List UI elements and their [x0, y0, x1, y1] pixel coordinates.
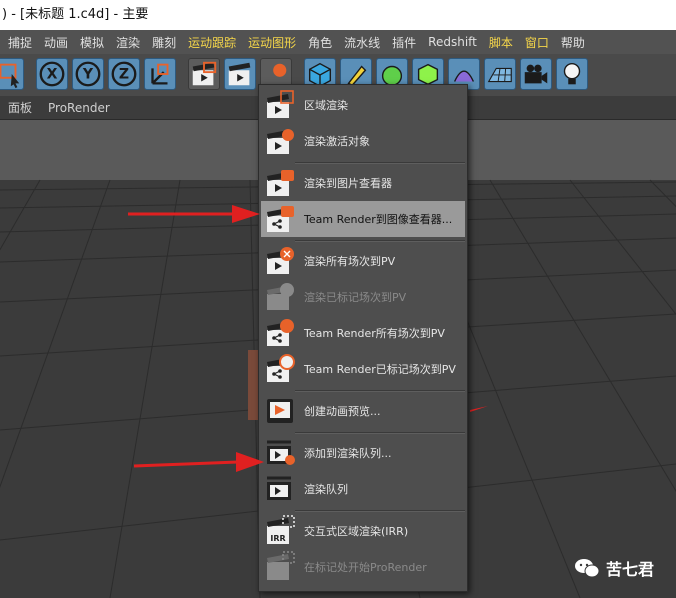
menu-item-start-prorender-at-marker[interactable]: 在标记处开始ProRender [261, 549, 465, 585]
menu-simulate[interactable]: 模拟 [80, 34, 104, 51]
svg-text:X: X [47, 67, 58, 83]
make-preview-icon [267, 399, 293, 423]
menu-pipeline[interactable]: 流水线 [344, 34, 380, 51]
coordinate-system-icon [151, 63, 169, 85]
menu-item-region-render[interactable]: 区域渲染 [261, 87, 465, 123]
menu-separator [295, 510, 465, 512]
menu-render[interactable]: 渲染 [116, 34, 140, 51]
menu-script[interactable]: 脚本 [489, 34, 513, 51]
menu-item-render-marked-takes-to-pv[interactable]: 渲染已标记场次到PV [261, 279, 465, 315]
irr-icon: IRR [267, 515, 295, 544]
clapper-icon [228, 62, 251, 86]
menu-item-team-render-marked-takes-to-pv[interactable]: Team Render已标记场次到PV [261, 351, 465, 387]
render-to-picture-viewer-icon [267, 170, 294, 196]
render-all-takes-icon [267, 247, 294, 274]
render-queue-icon [267, 476, 291, 500]
render-dropdown-menu: 区域渲染 渲染激活对象 渲染到图片查看器 Team Render到图像查看器..… [258, 84, 468, 592]
svg-text:Y: Y [82, 67, 94, 83]
menu-sculpt[interactable]: 雕刻 [152, 34, 176, 51]
menu-item-team-render-to-picture-viewer[interactable]: Team Render到图像查看器... [261, 201, 465, 237]
menu-item-make-preview[interactable]: 创建动画预览... [261, 393, 465, 429]
annotation-arrow-icon [133, 452, 264, 472]
render-view-button[interactable] [188, 58, 220, 90]
axis-x-icon: X [39, 61, 65, 87]
menu-capture[interactable]: 捕捉 [8, 34, 32, 51]
window-title-bar: ) - [未标题 1.c4d] - 主要 [0, 0, 676, 30]
main-menu-bar: 捕捉 动画 模拟 渲染 雕刻 运动跟踪 运动图形 角色 流水线 插件 Redsh… [0, 30, 676, 54]
camera-icon [524, 64, 548, 84]
menu-help[interactable]: 帮助 [561, 34, 585, 51]
render-menu-button[interactable] [224, 58, 256, 90]
subbar-panel[interactable]: 面板 [8, 99, 32, 116]
menu-item-render-to-picture-viewer[interactable]: 渲染到图片查看器 [261, 165, 465, 201]
region-render-icon [267, 90, 294, 118]
menu-item-render-queue[interactable]: 渲染队列 [261, 471, 465, 507]
subbar-prorender[interactable]: ProRender [48, 101, 110, 115]
menu-redshift[interactable]: Redshift [428, 35, 477, 49]
menu-item-interactive-render-region[interactable]: IRR 交互式区域渲染(IRR) [261, 513, 465, 549]
svg-text:IRR: IRR [270, 534, 285, 543]
team-render-all-takes-icon [267, 319, 294, 346]
menu-motion-tracking[interactable]: 运动跟踪 [188, 34, 236, 51]
axis-y-button[interactable]: Y [72, 58, 104, 90]
wechat-icon [575, 559, 600, 578]
add-to-render-queue-icon [267, 440, 295, 465]
team-render-marked-takes-icon [267, 354, 295, 382]
menu-item-render-active-object[interactable]: 渲染激活对象 [261, 123, 465, 159]
axis-z-icon: Z [111, 61, 137, 87]
svg-text:Z: Z [119, 67, 129, 83]
select-tool-button[interactable] [0, 58, 24, 90]
render-active-object-icon [267, 129, 294, 154]
menu-separator [295, 162, 465, 164]
menu-separator [295, 240, 465, 242]
menu-plugins[interactable]: 插件 [392, 34, 416, 51]
coordinate-system-button[interactable] [144, 58, 176, 90]
menu-item-add-to-render-queue[interactable]: 添加到渲染队列... [261, 435, 465, 471]
menu-animation[interactable]: 动画 [44, 34, 68, 51]
menu-mograph[interactable]: 运动图形 [248, 34, 296, 51]
menu-separator [295, 432, 465, 434]
light-bulb-icon [563, 62, 581, 85]
prorender-marker-icon [267, 551, 295, 580]
axis-z-button[interactable]: Z [108, 58, 140, 90]
team-render-to-picture-viewer-icon [267, 206, 294, 232]
camera-button[interactable] [520, 58, 552, 90]
menu-window[interactable]: 窗口 [525, 34, 549, 51]
axis-y-icon: Y [75, 61, 101, 87]
menu-separator [295, 390, 465, 392]
floor-button[interactable] [484, 58, 516, 90]
select-arrow-icon [0, 63, 20, 89]
watermark: 苦七君 [574, 556, 654, 580]
render-marked-takes-icon [267, 283, 294, 310]
clapper-icon [192, 61, 217, 86]
menu-character[interactable]: 角色 [308, 34, 332, 51]
light-button[interactable] [556, 58, 588, 90]
window-title: ) - [未标题 1.c4d] - 主要 [2, 7, 149, 22]
annotation-arrow-icon [128, 205, 260, 223]
axis-x-button[interactable]: X [36, 58, 68, 90]
menu-item-render-all-takes-to-pv[interactable]: 渲染所有场次到PV [261, 243, 465, 279]
menu-item-team-render-all-takes-to-pv[interactable]: Team Render所有场次到PV [261, 315, 465, 351]
floor-grid-icon [487, 67, 512, 83]
